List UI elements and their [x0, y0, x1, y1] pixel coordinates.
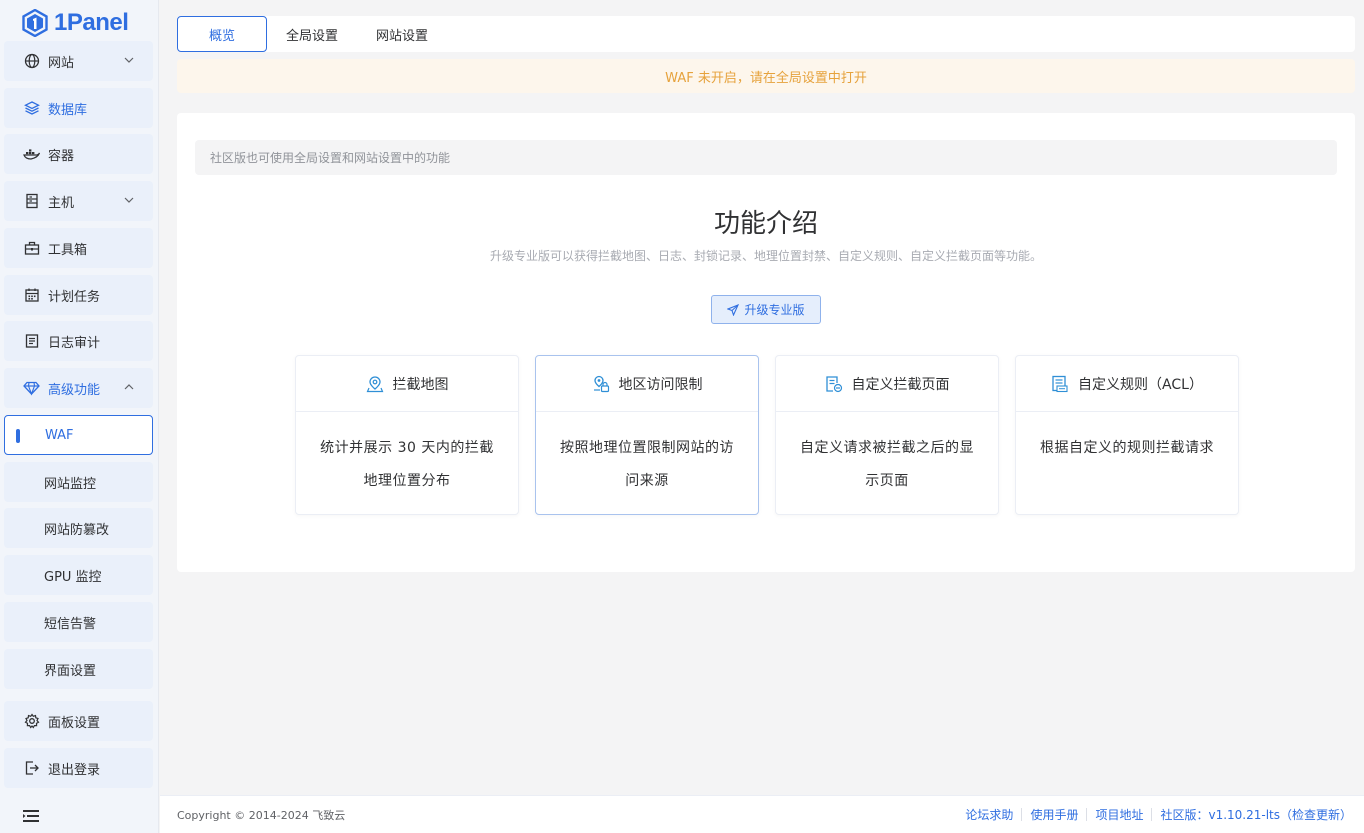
feature-description: 按照地理位置限制网站的访问来源	[560, 440, 734, 489]
location-pin-icon	[366, 375, 383, 392]
sidebar-item-container[interactable]: 容器	[4, 134, 153, 174]
sidebar-item-toolbox[interactable]: 工具箱	[4, 228, 153, 268]
project-address-link[interactable]: 项目地址	[1095, 806, 1143, 823]
sidebar-subitem-sms-alert[interactable]: 短信告警	[4, 602, 153, 642]
calendar-icon	[23, 287, 40, 304]
divider	[1086, 808, 1088, 821]
sidebar-item-label: 计划任务	[48, 289, 101, 305]
sidebar-item-cron[interactable]: 计划任务	[4, 275, 153, 315]
feature-card-custom-page[interactable]: 自定义拦截页面 自定义请求被拦截之后的显示页面	[775, 355, 999, 515]
feature-description: 统计并展示 30 天内的拦截地理位置分布	[320, 440, 494, 489]
sidebar-item-label: 退出登录	[48, 762, 101, 778]
sidebar-subitem-ui-settings[interactable]: 界面设置	[4, 649, 153, 689]
info-text: 社区版也可使用全局设置和网站设置中的功能	[210, 151, 451, 165]
upgrade-pro-button[interactable]: 升级专业版	[711, 295, 821, 324]
footer: Copyright © 2014-2024 飞致云 论坛求助 使用手册 项目地址…	[160, 795, 1364, 833]
tab-overview[interactable]: 概览	[177, 16, 267, 52]
chevron-down-icon	[124, 57, 134, 63]
sidebar-item-advanced[interactable]: 高级功能	[4, 368, 153, 408]
app-logo[interactable]: 1Panel	[22, 8, 129, 38]
sidebar-item-log-audit[interactable]: 日志审计	[4, 321, 153, 361]
feature-card-header: 自定义规则（ACL）	[1016, 356, 1238, 412]
feature-title: 地区访问限制	[618, 376, 703, 393]
log-icon	[23, 333, 40, 350]
upgrade-label: 升级专业版	[744, 303, 805, 317]
rule-icon	[1052, 375, 1068, 392]
forum-help-link[interactable]: 论坛求助	[965, 806, 1013, 823]
sidebar-subitem-label: WAF	[45, 427, 74, 443]
intro-title: 功能介绍	[713, 209, 818, 239]
sidebar-item-label: 主机	[48, 195, 75, 211]
sidebar-subitem-label: GPU 监控	[44, 569, 102, 585]
sidebar-subitem-waf[interactable]: WAF	[4, 415, 153, 455]
host-icon	[23, 193, 40, 210]
version-check-update-link[interactable]: 社区版：v1.10.21-lts（检查更新）	[1160, 806, 1352, 823]
logo-text: 1Panel	[54, 9, 129, 36]
sidebar-item-label: 面板设置	[48, 715, 101, 731]
user-manual-link[interactable]: 使用手册	[1030, 806, 1078, 823]
logout-icon	[23, 760, 40, 777]
feature-title: 自定义规则（ACL）	[1078, 376, 1203, 393]
custom-page-icon	[825, 375, 842, 392]
sidebar-subitem-label: 短信告警	[44, 616, 97, 632]
tab-global-settings[interactable]: 全局设置	[277, 16, 347, 52]
feature-description: 根据自定义的规则拦截请求	[1040, 440, 1214, 456]
feature-card-header: 自定义拦截页面	[776, 356, 998, 412]
feature-description: 自定义请求被拦截之后的显示页面	[800, 440, 974, 489]
sidebar-subitem-label: 网站防篡改	[44, 522, 110, 538]
toolbox-icon	[23, 240, 40, 257]
sidebar-item-database[interactable]: 数据库	[4, 88, 153, 128]
gear-icon	[23, 713, 40, 730]
active-indicator	[16, 429, 20, 443]
tab-website-settings[interactable]: 网站设置	[367, 16, 437, 52]
diamond-icon	[23, 380, 40, 397]
sidebar-item-host[interactable]: 主机	[4, 181, 153, 221]
sidebar-subitem-gpu-monitor[interactable]: GPU 监控	[4, 555, 153, 595]
docker-icon	[23, 146, 40, 163]
chevron-down-icon	[124, 197, 134, 203]
divider	[1151, 808, 1153, 821]
feature-card-intercept-map[interactable]: 拦截地图 统计并展示 30 天内的拦截地理位置分布	[295, 355, 519, 515]
footer-links: 论坛求助 使用手册 项目地址 社区版：v1.10.21-lts（检查更新）	[965, 806, 1352, 823]
sidebar-subitem-label: 网站监控	[44, 476, 97, 492]
copyright-text: Copyright © 2014-2024 飞致云	[177, 808, 346, 822]
feature-card-header: 拦截地图	[296, 356, 518, 412]
sidebar-item-logout[interactable]: 退出登录	[4, 748, 153, 788]
info-alert: 社区版也可使用全局设置和网站设置中的功能	[195, 140, 1337, 175]
logo-hexagon-icon	[22, 9, 48, 37]
globe-icon	[23, 53, 40, 70]
sidebar-item-label: 容器	[48, 148, 75, 164]
sidebar-subitem-website-monitor[interactable]: 网站监控	[4, 462, 153, 502]
sidebar-item-website[interactable]: 网站	[4, 41, 153, 81]
feature-card-custom-rules[interactable]: 自定义规则（ACL） 根据自定义的规则拦截请求	[1015, 355, 1239, 515]
menu-collapse-icon[interactable]	[22, 808, 40, 824]
sidebar-subitem-tamper-proof[interactable]: 网站防篡改	[4, 508, 153, 548]
sidebar-item-panel-settings[interactable]: 面板设置	[4, 701, 153, 741]
waf-warning-alert: WAF 未开启，请在全局设置中打开	[177, 59, 1355, 93]
intro-description: 升级专业版可以获得拦截地图、日志、封锁记录、地理位置封禁、自定义规则、自定义拦截…	[489, 249, 1042, 263]
sidebar-item-label: 网站	[48, 55, 75, 71]
chevron-up-icon	[124, 384, 134, 390]
send-icon	[727, 303, 740, 316]
sidebar-item-label: 高级功能	[48, 382, 101, 398]
feature-card-header: 地区访问限制	[536, 356, 758, 412]
sidebar: 1Panel 网站 数据库 容器 主机 工具箱 计划任务 日志审计 高级功能 W…	[0, 0, 159, 833]
sidebar-item-label: 日志审计	[48, 335, 101, 351]
tab-bar: 概览 全局设置 网站设置	[177, 16, 1355, 52]
divider	[1021, 808, 1023, 821]
database-icon	[23, 100, 40, 117]
feature-title: 自定义拦截页面	[851, 376, 950, 393]
sidebar-item-label: 数据库	[48, 102, 88, 118]
region-lock-icon	[593, 375, 609, 392]
feature-card-region-limit[interactable]: 地区访问限制 按照地理位置限制网站的访问来源	[535, 355, 759, 515]
sidebar-item-label: 工具箱	[48, 242, 88, 258]
feature-title: 拦截地图	[392, 376, 449, 393]
sidebar-subitem-label: 界面设置	[44, 663, 97, 679]
warning-text: WAF 未开启，请在全局设置中打开	[665, 70, 867, 86]
main-card: 社区版也可使用全局设置和网站设置中的功能 功能介绍 升级专业版可以获得拦截地图、…	[177, 113, 1355, 572]
